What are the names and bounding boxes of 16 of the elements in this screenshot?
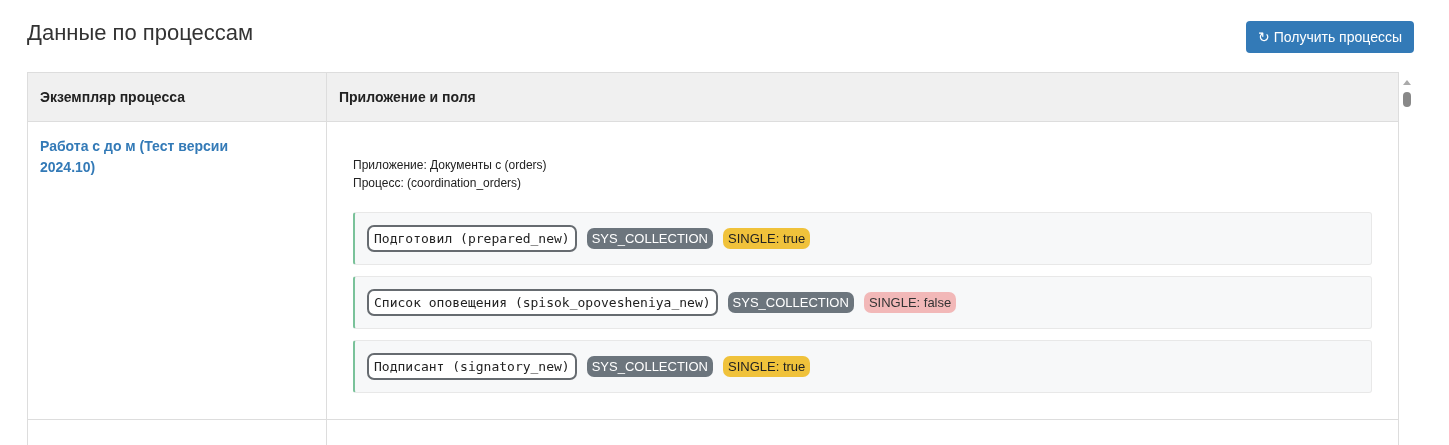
column-header: Приложение и поля [326,73,1398,122]
process-info: Процесс: (coordination_orders) [353,175,523,192]
page-title: Данные по процессам [27,19,254,46]
type-badge: SYS_COLLECTION [727,292,854,313]
field-name: Подготовил (prepared_new) [367,225,577,252]
single-badge: SINGLE: false [863,292,957,313]
field-name: Список оповещения (spisok_opovesheniya_new) [367,289,718,316]
single-badge: SINGLE: true [723,356,811,377]
type-badge: SYS_COLLECTION [586,356,713,377]
column-header: Экземпляр процесса [28,73,326,122]
type-badge: SYS_COLLECTION [586,228,713,249]
refresh-button[interactable]: ↻ Получить процессы [1245,21,1414,53]
field-name: Подписант (signatory_new) [367,353,577,380]
single-badge: SINGLE: true [723,228,811,249]
app-info: Приложение: Документы с (orders) [353,157,548,174]
process-link[interactable]: Работа с до м (Тест версии 2024.10) [40,136,270,178]
